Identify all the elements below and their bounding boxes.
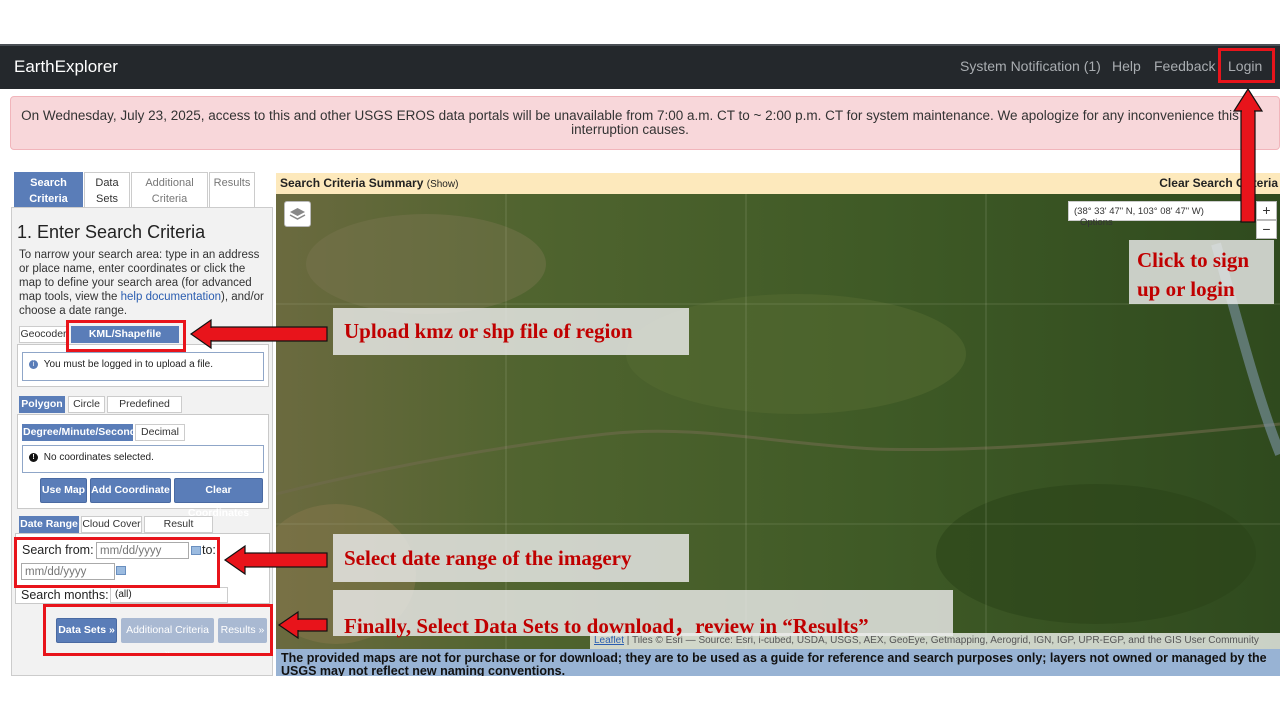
arrow-to-login [1232,87,1264,223]
arrow-to-kml-upload [189,318,328,350]
arrow-to-date-range [223,544,328,576]
annotation-arrows [189,87,1264,640]
arrow-to-buttons [277,610,328,640]
